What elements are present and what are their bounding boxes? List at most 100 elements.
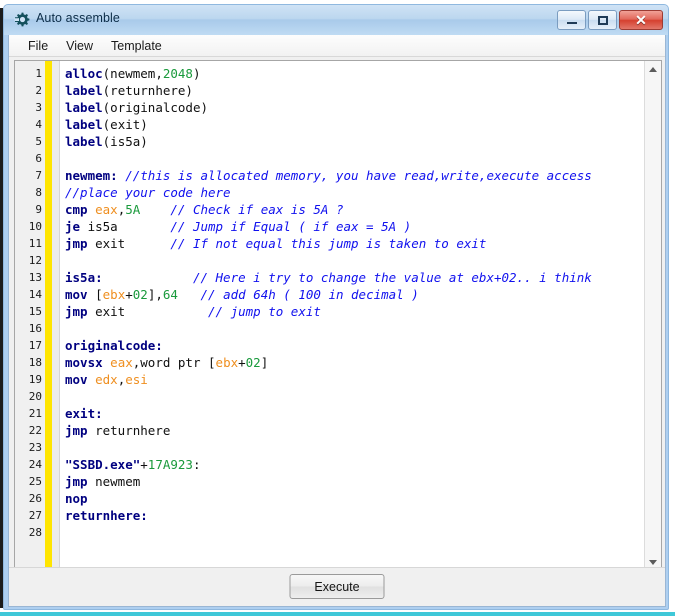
maximize-icon: [598, 16, 608, 25]
code-token-plain: is5a: [80, 219, 118, 234]
window-client-area: File View Template 1 2 3 4 5 6 7 8 9 10 11 12 13 14 15…: [8, 35, 666, 607]
code-text-area[interactable]: alloc(newmem,2048) label(returnhere) label…: [60, 61, 644, 571]
code-token-reg: ebx: [102, 287, 126, 302]
code-token-kw: jmp: [65, 423, 88, 438]
code-line: movsx eax,word ptr [ebx+02]: [65, 354, 268, 371]
scroll-up-button[interactable]: [645, 61, 661, 78]
line-number: 13: [28, 271, 42, 284]
code-line: exit:: [65, 405, 103, 422]
code-token-plain: exit: [87, 236, 126, 251]
line-number: 4: [35, 118, 42, 131]
close-icon: ✕: [635, 12, 647, 28]
code-token-com: // jump to exit: [208, 304, 321, 319]
execute-button[interactable]: Execute: [289, 574, 385, 599]
code-token-plain: ],: [147, 287, 163, 302]
code-token-reg: esi: [125, 372, 148, 387]
code-token-plain: +: [125, 287, 133, 302]
code-token-kw: je: [65, 219, 81, 234]
desktop-background: Auto assemble ✕ File View Template 1 2 3…: [0, 0, 675, 616]
code-token-plain: (returnhere): [102, 83, 193, 98]
code-token-com: //place your code here: [65, 185, 231, 200]
code-token-reg: eax: [95, 202, 118, 217]
code-line: //place your code here: [65, 184, 231, 201]
code-line: jmp exit // jump to exit: [65, 303, 321, 320]
code-token-kw: "SSBD.exe": [65, 457, 141, 472]
line-number: 17: [28, 339, 42, 352]
code-token-kw: label: [65, 83, 103, 98]
code-token-kw: jmp: [65, 304, 88, 319]
code-line: is5a: // Here i try to change the value …: [65, 269, 592, 286]
code-line: jmp newmem: [65, 473, 140, 490]
code-line: cmp eax,5A // Check if eax is 5A ?: [65, 201, 343, 218]
line-number: 28: [28, 526, 42, 539]
code-token-kw: exit:: [65, 406, 103, 421]
code-token-kw: nop: [65, 491, 88, 506]
line-number: 25: [28, 475, 42, 488]
gutter-padding: [52, 61, 59, 571]
auto-assemble-window: Auto assemble ✕ File View Template 1 2 3…: [3, 4, 669, 610]
code-line: alloc(newmem,2048): [65, 65, 201, 82]
line-number: 6: [35, 152, 42, 165]
code-token-com: // Check if eax is 5A ?: [170, 202, 344, 217]
code-token-plain: ,word ptr [: [132, 355, 216, 370]
code-line: nop: [65, 490, 88, 507]
menu-bar: File View Template: [9, 35, 665, 57]
line-number: 11: [28, 237, 42, 250]
line-number: 1: [35, 67, 42, 80]
code-line: jmp returnhere: [65, 422, 170, 439]
line-number: 24: [28, 458, 42, 471]
line-number: 14: [28, 288, 42, 301]
menu-item-file[interactable]: File: [19, 37, 57, 55]
editor-vertical-scrollbar[interactable]: [644, 61, 661, 571]
close-button[interactable]: ✕: [619, 10, 663, 30]
line-number: 16: [28, 322, 42, 335]
code-line: originalcode:: [65, 337, 163, 354]
line-number: 27: [28, 509, 42, 522]
menu-item-view[interactable]: View: [57, 37, 102, 55]
desktop-edge-bottom: [0, 612, 675, 616]
line-number: 21: [28, 407, 42, 420]
code-token-kw: is5a:: [65, 270, 103, 285]
menu-item-template[interactable]: Template: [102, 37, 171, 55]
code-token-com: // add 64h ( 100 in decimal ): [200, 287, 419, 302]
code-line: mov [ebx+02],64 // add 64h ( 100 in deci…: [65, 286, 419, 303]
line-number: 22: [28, 424, 42, 437]
line-number: 8: [35, 186, 42, 199]
window-titlebar[interactable]: Auto assemble ✕: [4, 5, 668, 35]
code-token-plain: newmem: [87, 474, 141, 489]
code-token-com: //this is allocated memory, you have rea…: [125, 168, 592, 183]
chevron-down-icon: [649, 560, 657, 565]
script-editor[interactable]: 1 2 3 4 5 6 7 8 9 10 11 12 13 14 15 16 17 18 19 20 21 22 23 24 2…: [14, 60, 662, 572]
maximize-button[interactable]: [588, 10, 617, 30]
code-token-plain: +: [140, 457, 148, 472]
footer-panel: Execute: [9, 567, 665, 606]
code-token-kw: returnhere:: [65, 508, 148, 523]
code-token-kw: label: [65, 134, 103, 149]
code-token-kw: originalcode:: [65, 338, 163, 353]
line-number: 26: [28, 492, 42, 505]
code-token-kw: mov: [65, 287, 88, 302]
modified-lines-marker: [45, 61, 52, 571]
code-token-com: // Jump if Equal ( if eax = 5A ): [170, 219, 412, 234]
minimize-button[interactable]: [557, 10, 586, 30]
line-number: 10: [28, 220, 42, 233]
code-token-plain: (originalcode): [102, 100, 208, 115]
line-number: 9: [35, 203, 42, 216]
code-token-plain: (is5a): [102, 134, 148, 149]
cog-icon: [14, 12, 30, 27]
code-token-kw: mov: [65, 372, 88, 387]
line-number: 5: [35, 135, 42, 148]
code-line: je is5a // Jump if Equal ( if eax = 5A ): [65, 218, 411, 235]
line-number: 15: [28, 305, 42, 318]
code-token-com: // If not equal this jump is taken to ex…: [170, 236, 487, 251]
